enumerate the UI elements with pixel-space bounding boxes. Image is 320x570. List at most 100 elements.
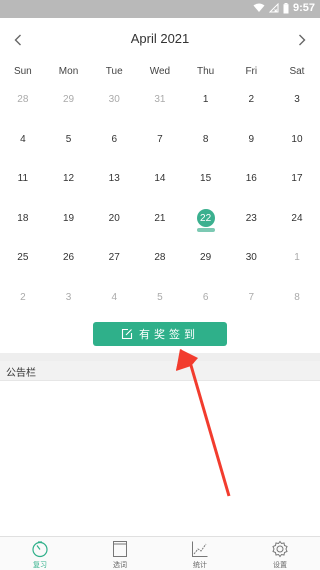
day-number: 6 [111, 133, 117, 145]
calendar-day[interactable]: 17 [274, 159, 320, 199]
calendar-week-row: 25 26 27 28 29 30 1 [0, 238, 320, 278]
day-number: 10 [291, 133, 303, 145]
tab-review[interactable]: 复习 [0, 537, 80, 570]
calendar-day[interactable]: 24 [274, 199, 320, 239]
day-number: 28 [154, 252, 166, 264]
day-number: 5 [157, 291, 163, 303]
calendar-day[interactable]: 6 [183, 278, 229, 318]
tab-statistics[interactable]: 统计 [160, 537, 240, 570]
calendar-day[interactable]: 8 [183, 120, 229, 160]
today-indicator [196, 228, 215, 232]
notice-header: 公告栏 [0, 361, 320, 381]
book-icon [110, 540, 130, 558]
calendar-day[interactable]: 30 [91, 80, 137, 120]
calendar-day[interactable]: 8 [274, 278, 320, 318]
calendar-day[interactable]: 4 [0, 120, 46, 160]
calendar-day[interactable]: 3 [46, 278, 92, 318]
day-number: 8 [202, 133, 209, 145]
day-number: 7 [248, 291, 255, 303]
edit-icon [121, 328, 133, 340]
day-number: 23 [245, 212, 257, 224]
day-number: 27 [108, 252, 120, 264]
checkin-label: 有奖签到 [139, 328, 199, 341]
tab-select-words[interactable]: 选词 [80, 537, 160, 570]
month-title: April 2021 [130, 31, 190, 46]
next-month-button[interactable] [292, 30, 312, 50]
wifi-icon [253, 3, 265, 12]
calendar-day[interactable]: 5 [137, 278, 183, 318]
status-icons: 9:57 [253, 2, 315, 14]
day-number: 4 [20, 133, 26, 145]
calendar-day[interactable]: 13 [91, 159, 137, 199]
calendar-day[interactable]: 11 [0, 159, 46, 199]
chevron-right-icon [299, 34, 306, 46]
calendar-day[interactable]: 28 [0, 80, 46, 120]
day-number: 26 [62, 252, 75, 264]
calendar-day[interactable]: 10 [274, 120, 320, 160]
calendar-day[interactable]: 5 [46, 120, 92, 160]
calendar-day[interactable]: 9 [228, 120, 274, 160]
tab-settings[interactable]: 设置 [240, 537, 320, 570]
calendar-week-row: 28 29 30 31 1 2 3 [0, 80, 320, 120]
calendar-day[interactable]: 26 [46, 238, 92, 278]
gear-icon [270, 540, 290, 558]
tab-label: 统计 [193, 561, 207, 569]
calendar-day[interactable]: 23 [228, 199, 274, 239]
day-number: 2 [248, 94, 255, 106]
day-number: 19 [62, 212, 75, 224]
calendar-day[interactable]: 1 [274, 238, 320, 278]
calendar-day[interactable]: 12 [46, 159, 92, 199]
tab-label: 选词 [113, 561, 127, 569]
day-number: 30 [245, 252, 257, 264]
checkin-button[interactable]: 有奖签到 [93, 322, 227, 346]
calendar-day[interactable]: 16 [228, 159, 274, 199]
calendar-day[interactable]: 4 [91, 278, 137, 318]
calendar-day[interactable]: 21 [137, 199, 183, 239]
calendar-week-row: 18 19 20 21 22 23 24 [0, 199, 320, 239]
day-number: 29 [62, 94, 75, 106]
day-number: 6 [202, 291, 209, 303]
calendar-day[interactable]: 1 [183, 80, 229, 120]
day-number: 4 [111, 291, 117, 303]
calendar-day[interactable]: 15 [183, 159, 229, 199]
calendar-day[interactable]: 2 [0, 278, 46, 318]
calendar-week-row: 4 5 6 7 8 9 10 [0, 120, 320, 160]
day-number: 24 [291, 212, 303, 224]
calendar-day[interactable]: 2 [228, 80, 274, 120]
calendar-grid: 28 29 30 31 1 2 3 4 5 6 7 8 9 10 11 12 13 14 15 16 17 18 19 20 2… [0, 80, 320, 316]
day-number: 11 [17, 173, 29, 185]
calendar-day[interactable]: 25 [0, 238, 46, 278]
calendar-week-row: 2 3 4 5 6 7 8 [0, 278, 320, 318]
calendar-day[interactable]: 31 [137, 80, 183, 120]
calendar-day[interactable]: 27 [91, 238, 137, 278]
bottom-tabbar: 复习 选词 统计 设置 [0, 536, 320, 570]
day-number: 16 [245, 173, 257, 185]
calendar-day[interactable]: 7 [137, 120, 183, 160]
day-number: 28 [17, 94, 29, 106]
day-number: 3 [294, 94, 300, 106]
calendar-day[interactable]: 19 [46, 199, 92, 239]
calendar-day[interactable]: 7 [228, 278, 274, 318]
no-signal-icon [268, 3, 279, 13]
calendar-day[interactable]: 29 [46, 80, 92, 120]
calendar-day[interactable]: 6 [91, 120, 137, 160]
calendar-day[interactable]: 20 [91, 199, 137, 239]
calendar-day[interactable]: 14 [137, 159, 183, 199]
day-number: 13 [108, 173, 120, 185]
calendar-header: April 2021 [0, 24, 320, 56]
day-number: 1 [294, 252, 300, 264]
day-number: 22 [196, 209, 215, 228]
battery-icon [283, 2, 289, 14]
day-number: 20 [108, 212, 120, 224]
day-number: 15 [200, 173, 212, 185]
calendar-day[interactable]: 28 [137, 238, 183, 278]
day-number: 5 [65, 133, 72, 145]
day-number: 31 [154, 94, 166, 106]
calendar-day[interactable]: 30 [228, 238, 274, 278]
calendar-day-today[interactable]: 22 [183, 199, 229, 239]
section-divider [0, 353, 320, 361]
timer-icon [30, 540, 50, 558]
calendar-day[interactable]: 29 [183, 238, 229, 278]
calendar-day[interactable]: 18 [0, 199, 46, 239]
calendar-day[interactable]: 3 [274, 80, 320, 120]
